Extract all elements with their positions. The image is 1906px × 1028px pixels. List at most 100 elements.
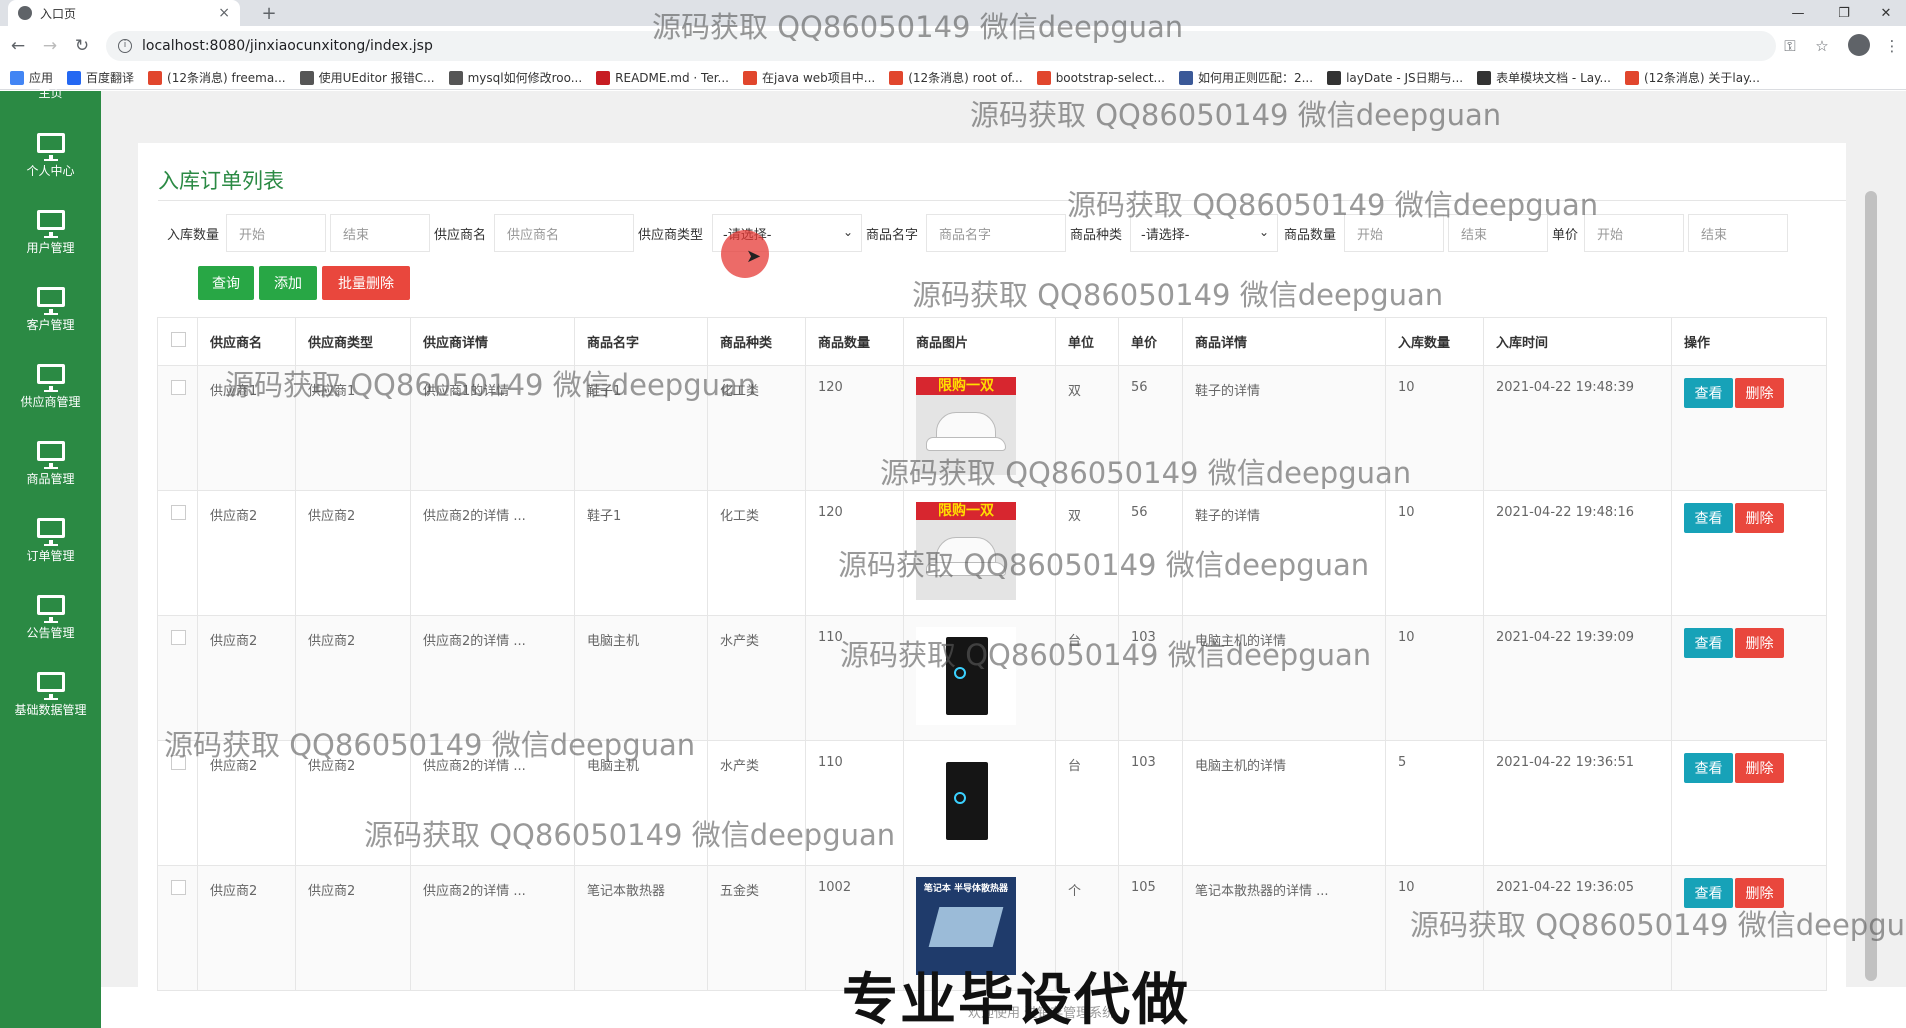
- back-icon[interactable]: ←: [6, 34, 30, 58]
- sidebar-item-notices[interactable]: 公告管理: [0, 595, 101, 665]
- bookmark-item[interactable]: README.md · Ter...: [596, 70, 729, 85]
- scrollbar-thumb[interactable]: [1865, 191, 1877, 981]
- pc-fan: [954, 667, 966, 679]
- qty-end-input[interactable]: 结束: [330, 214, 430, 252]
- chevron-down-icon: ⌄: [842, 225, 853, 239]
- delete-button[interactable]: 删除: [1735, 753, 1784, 783]
- bookmark-item[interactable]: 表单模块文档 - Lay...: [1477, 69, 1611, 86]
- add-button[interactable]: 添加: [259, 266, 317, 300]
- monitor-icon: [36, 441, 65, 469]
- profile-avatar-icon[interactable]: [1848, 34, 1870, 56]
- column-header: 商品图片: [903, 317, 1056, 366]
- table-header-row: 供应商名 供应商类型 供应商详情 商品名字 商品种类 商品数量 商品图片 单位 …: [157, 317, 1827, 366]
- cell-goods-detail: 笔记本散热器的详情 ...: [1182, 865, 1386, 991]
- row-select-cell[interactable]: [157, 365, 198, 491]
- image-banner: 笔记本 半导体散热器: [923, 884, 1009, 894]
- cell-goods-image: 限购一双: [903, 490, 1056, 616]
- new-tab-button[interactable]: +: [256, 0, 282, 26]
- view-button[interactable]: 查看: [1684, 753, 1733, 783]
- product-image: [916, 627, 1016, 725]
- sidebar-item-profile[interactable]: 个人中心: [0, 133, 101, 203]
- window-close-icon[interactable]: ✕: [1866, 0, 1906, 26]
- bookmark-item[interactable]: 在java web项目中...: [743, 69, 875, 86]
- star-icon[interactable]: ☆: [1810, 34, 1834, 58]
- delete-button[interactable]: 删除: [1735, 628, 1784, 658]
- select-all-checkbox[interactable]: [171, 332, 186, 347]
- reload-icon[interactable]: ↻: [70, 34, 94, 58]
- row-checkbox[interactable]: [171, 755, 186, 770]
- browser-tabbar: 入口页 × + — ❐ ✕: [0, 0, 1906, 26]
- view-button[interactable]: 查看: [1684, 628, 1733, 658]
- bookmark-label: 百度翻译: [86, 71, 135, 85]
- info-icon[interactable]: i: [118, 39, 132, 53]
- close-tab-icon[interactable]: ×: [218, 5, 230, 21]
- sidebar-item-label: 供应商管理: [20, 395, 81, 409]
- goods-qty-label: 商品数量: [1284, 228, 1337, 243]
- sidebar-item-suppliers[interactable]: 供应商管理: [0, 364, 101, 434]
- goods-type-select[interactable]: -请选择- ⌄: [1130, 214, 1278, 252]
- forward-icon[interactable]: →: [38, 34, 62, 58]
- bookmark-label: layDate - JS日期与...: [1346, 71, 1464, 85]
- bookmark-item[interactable]: bootstrap-select...: [1036, 70, 1165, 85]
- image-banner: 限购一双: [916, 502, 1016, 520]
- sidebar-item-home-partial[interactable]: 主页: [0, 87, 101, 99]
- select-all-header[interactable]: [157, 317, 198, 366]
- row-checkbox[interactable]: [171, 630, 186, 645]
- key-icon[interactable]: ⚿: [1778, 34, 1802, 58]
- delete-button[interactable]: 删除: [1735, 503, 1784, 533]
- minimize-icon[interactable]: —: [1778, 0, 1818, 26]
- bookmark-item[interactable]: layDate - JS日期与...: [1327, 69, 1463, 86]
- qty-start-input[interactable]: 开始: [226, 214, 326, 252]
- cell-in-time: 2021-04-22 19:36:05: [1483, 865, 1672, 991]
- bookmark-label: README.md · Ter...: [615, 70, 729, 85]
- cell-goods-name: 鞋子1: [574, 365, 708, 491]
- delete-button[interactable]: 删除: [1735, 878, 1784, 908]
- url-field[interactable]: i localhost:8080/jinxiaocunxitong/index.…: [106, 31, 1776, 61]
- bookmark-apps[interactable]: 应用: [10, 69, 53, 86]
- more-menu-icon[interactable]: ⋮: [1880, 34, 1904, 58]
- cell-goods-qty: 120: [805, 490, 904, 616]
- bookmark-item[interactable]: (12条消息) root of...: [889, 69, 1023, 86]
- delete-button[interactable]: 删除: [1735, 378, 1784, 408]
- view-button[interactable]: 查看: [1684, 378, 1733, 408]
- bookmark-label: 如何用正则匹配：2...: [1197, 71, 1314, 85]
- bookmark-label: 应用: [29, 71, 54, 85]
- sidebar-item-label: 公告管理: [26, 626, 75, 640]
- product-image: [916, 752, 1016, 850]
- row-select-cell[interactable]: [157, 740, 198, 866]
- monitor-icon: [36, 364, 65, 392]
- batch-delete-button[interactable]: 批量删除: [322, 266, 410, 300]
- sidebar-item-base-data[interactable]: 基础数据管理: [0, 672, 101, 742]
- bookmark-item[interactable]: 使用UEditor 报错C...: [299, 69, 435, 86]
- row-select-cell[interactable]: [157, 615, 198, 741]
- bookmark-item[interactable]: 百度翻译: [67, 69, 134, 86]
- row-select-cell[interactable]: [157, 490, 198, 616]
- column-header: 商品数量: [805, 317, 904, 366]
- restore-icon[interactable]: ❐: [1824, 0, 1864, 26]
- row-checkbox[interactable]: [171, 880, 186, 895]
- goods-qty-end-input[interactable]: 结束: [1448, 214, 1548, 252]
- title-divider: [158, 200, 1846, 201]
- sidebar-item-goods[interactable]: 商品管理: [0, 441, 101, 511]
- browser-tab[interactable]: 入口页 ×: [8, 0, 240, 26]
- row-checkbox[interactable]: [171, 505, 186, 520]
- view-button[interactable]: 查看: [1684, 503, 1733, 533]
- goods-qty-start-input[interactable]: 开始: [1344, 214, 1444, 252]
- sidebar-item-orders[interactable]: 订单管理: [0, 518, 101, 588]
- bookmark-item[interactable]: (12条消息) 关于lay...: [1624, 69, 1760, 86]
- bookmark-item[interactable]: (12条消息) freema...: [148, 69, 286, 86]
- supplier-name-input[interactable]: 供应商名: [494, 214, 634, 252]
- search-button[interactable]: 查询: [198, 266, 254, 300]
- goods-name-input[interactable]: 商品名字: [926, 214, 1066, 252]
- cell-goods-type: 化工类: [707, 365, 806, 491]
- row-checkbox[interactable]: [171, 380, 186, 395]
- price-end-input[interactable]: 结束: [1688, 214, 1788, 252]
- price-start-input[interactable]: 开始: [1584, 214, 1684, 252]
- bookmark-item[interactable]: mysql如何修改roo...: [448, 69, 582, 86]
- bookmark-item[interactable]: 如何用正则匹配：2...: [1178, 69, 1314, 86]
- cell-supplier-type: 供应商2: [295, 490, 411, 616]
- row-select-cell[interactable]: [157, 865, 198, 991]
- view-button[interactable]: 查看: [1684, 878, 1733, 908]
- sidebar-item-users[interactable]: 用户管理: [0, 210, 101, 280]
- sidebar-item-customers[interactable]: 客户管理: [0, 287, 101, 357]
